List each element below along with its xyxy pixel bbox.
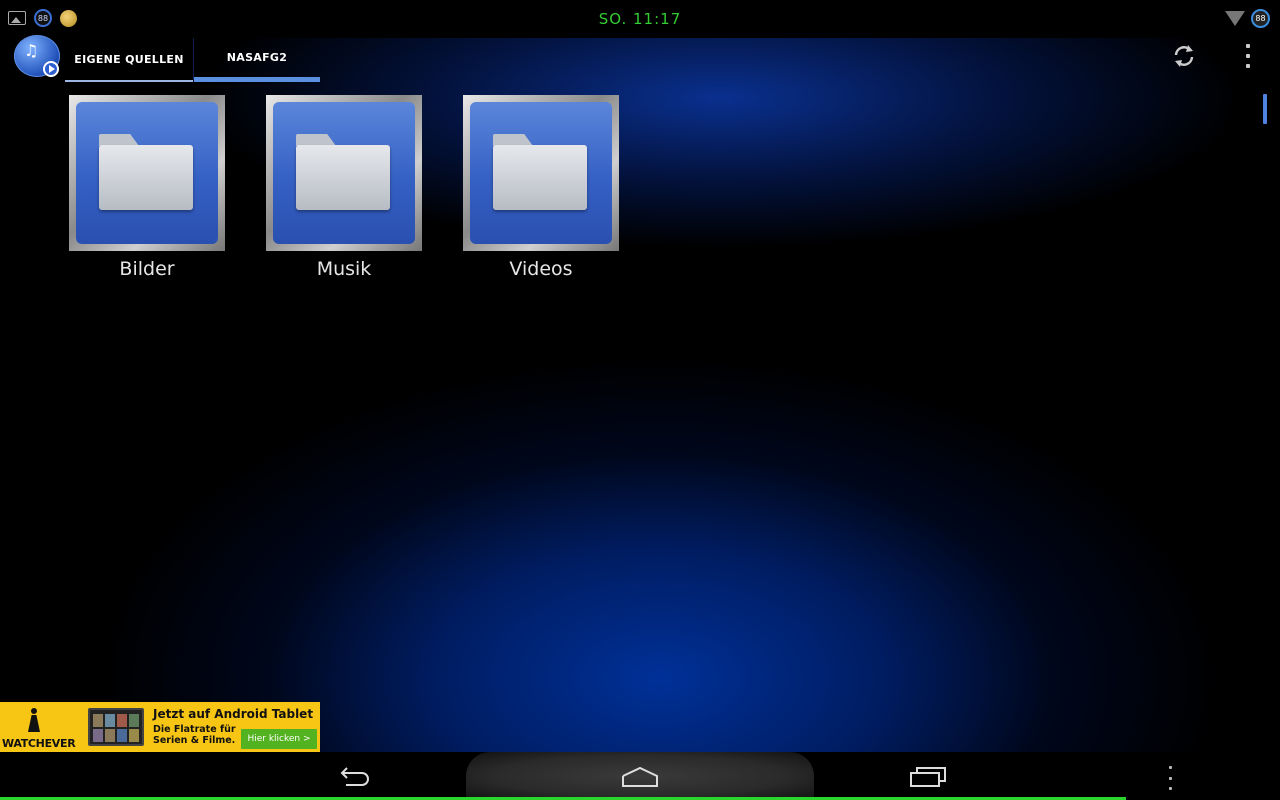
- menu-dot: [1168, 766, 1172, 769]
- system-icons: 88: [1225, 9, 1270, 28]
- recent-apps-button[interactable]: [908, 762, 948, 792]
- status-bar: 88 SO. 11:17 88: [0, 0, 1280, 38]
- overflow-dot: [1246, 64, 1250, 68]
- play-icon: [43, 61, 59, 77]
- status-clock: SO. 11:17: [598, 10, 682, 28]
- action-bar: ♫ EIGENE QUELLEN NASAFG2: [0, 35, 1280, 82]
- folder-tile: [463, 95, 619, 251]
- ad-text: Die Flatrate für Serien & Filme.: [153, 724, 243, 746]
- overflow-dot: [1246, 44, 1250, 48]
- wifi-icon: [1225, 11, 1245, 26]
- folder-icon: [76, 102, 218, 244]
- music-note-icon: ♫: [24, 41, 39, 60]
- folder-label: Videos: [509, 258, 573, 280]
- folder-label: Musik: [316, 258, 372, 280]
- folder-icon: [273, 102, 415, 244]
- navigation-bar: [0, 752, 1280, 800]
- menu-dot: [1168, 787, 1172, 790]
- refresh-icon: [1174, 45, 1194, 67]
- overflow-dot: [1246, 54, 1250, 58]
- ad-cta-button[interactable]: Hier klicken >: [241, 729, 317, 749]
- back-icon: [340, 767, 369, 786]
- home-button[interactable]: [620, 762, 660, 792]
- watchever-logo-icon: [25, 708, 43, 734]
- recent-apps-icon: [910, 767, 946, 787]
- folder-tile: [266, 95, 422, 251]
- app-logo-icon[interactable]: ♫: [14, 35, 60, 77]
- tab-eigene-quellen[interactable]: EIGENE QUELLEN: [65, 38, 193, 82]
- folder-item-musik[interactable]: Musik: [266, 95, 422, 280]
- ad-banner[interactable]: WATCHEVER Jetzt auf Android Tablet Die F…: [0, 702, 320, 752]
- folder-item-videos[interactable]: Videos: [463, 95, 619, 280]
- ad-text-line: Serien & Filme.: [153, 735, 236, 746]
- back-button[interactable]: [334, 762, 374, 792]
- ad-text-line: Die Flatrate für: [153, 724, 236, 735]
- folder-icon: [470, 102, 612, 244]
- refresh-button[interactable]: [1170, 42, 1198, 70]
- folder-label: Bilder: [119, 258, 175, 280]
- home-icon: [622, 766, 658, 787]
- folder-item-bilder[interactable]: Bilder: [69, 95, 225, 280]
- nav-menu-button[interactable]: [1166, 766, 1174, 790]
- scrollbar-thumb[interactable]: [1263, 94, 1267, 124]
- folder-tile: [69, 95, 225, 251]
- tab-nasafg2[interactable]: NASAFG2: [194, 38, 320, 82]
- menu-dot: [1168, 776, 1172, 780]
- battery-icon: 88: [1251, 9, 1270, 28]
- ad-brand: WATCHEVER: [2, 737, 76, 750]
- overflow-menu-button[interactable]: [1238, 44, 1258, 68]
- ad-title: Jetzt auf Android Tablet: [153, 707, 314, 721]
- tablet-image: [88, 708, 144, 746]
